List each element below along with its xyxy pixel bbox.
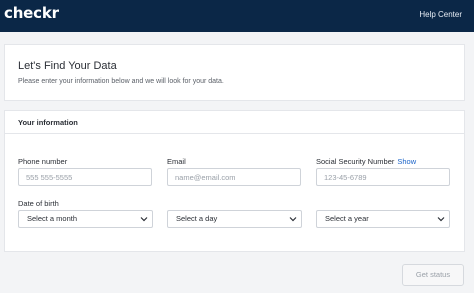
dob-label: Date of birth	[18, 199, 59, 208]
email-input[interactable]	[167, 168, 301, 186]
checkr-logo[interactable]: checkr	[4, 4, 59, 22]
chevron-down-icon	[289, 217, 297, 222]
top-bar: checkr Help Center	[0, 0, 474, 32]
help-center-link[interactable]: Help Center	[419, 10, 462, 19]
section-title: Your information	[18, 118, 78, 127]
year-select-value: Select a year	[325, 214, 369, 223]
chevron-down-icon	[140, 217, 148, 222]
phone-input[interactable]	[18, 168, 152, 186]
phone-label: Phone number	[18, 157, 68, 166]
show-ssn-link[interactable]: Show	[397, 157, 416, 166]
ssn-input[interactable]	[316, 168, 450, 186]
get-status-button[interactable]: Get status	[402, 264, 464, 286]
month-select-value: Select a month	[27, 214, 78, 223]
email-label: Email	[167, 157, 186, 166]
chevron-down-icon	[437, 217, 445, 222]
information-card-header: Your information	[5, 111, 464, 134]
ssn-label-text: Social Security Number	[316, 157, 395, 166]
day-select[interactable]: Select a day	[167, 210, 302, 228]
information-card: Your information Phone number Email Soci…	[4, 110, 465, 252]
day-select-value: Select a day	[176, 214, 218, 223]
year-select[interactable]: Select a year	[316, 210, 450, 228]
intro-card: Let's Find Your Data Please enter your i…	[4, 44, 465, 101]
month-select[interactable]: Select a month	[18, 210, 153, 228]
ssn-label: Social Security Number Show	[316, 157, 416, 166]
page-subtitle: Please enter your information below and …	[18, 78, 224, 85]
page-title: Let's Find Your Data	[18, 60, 117, 72]
